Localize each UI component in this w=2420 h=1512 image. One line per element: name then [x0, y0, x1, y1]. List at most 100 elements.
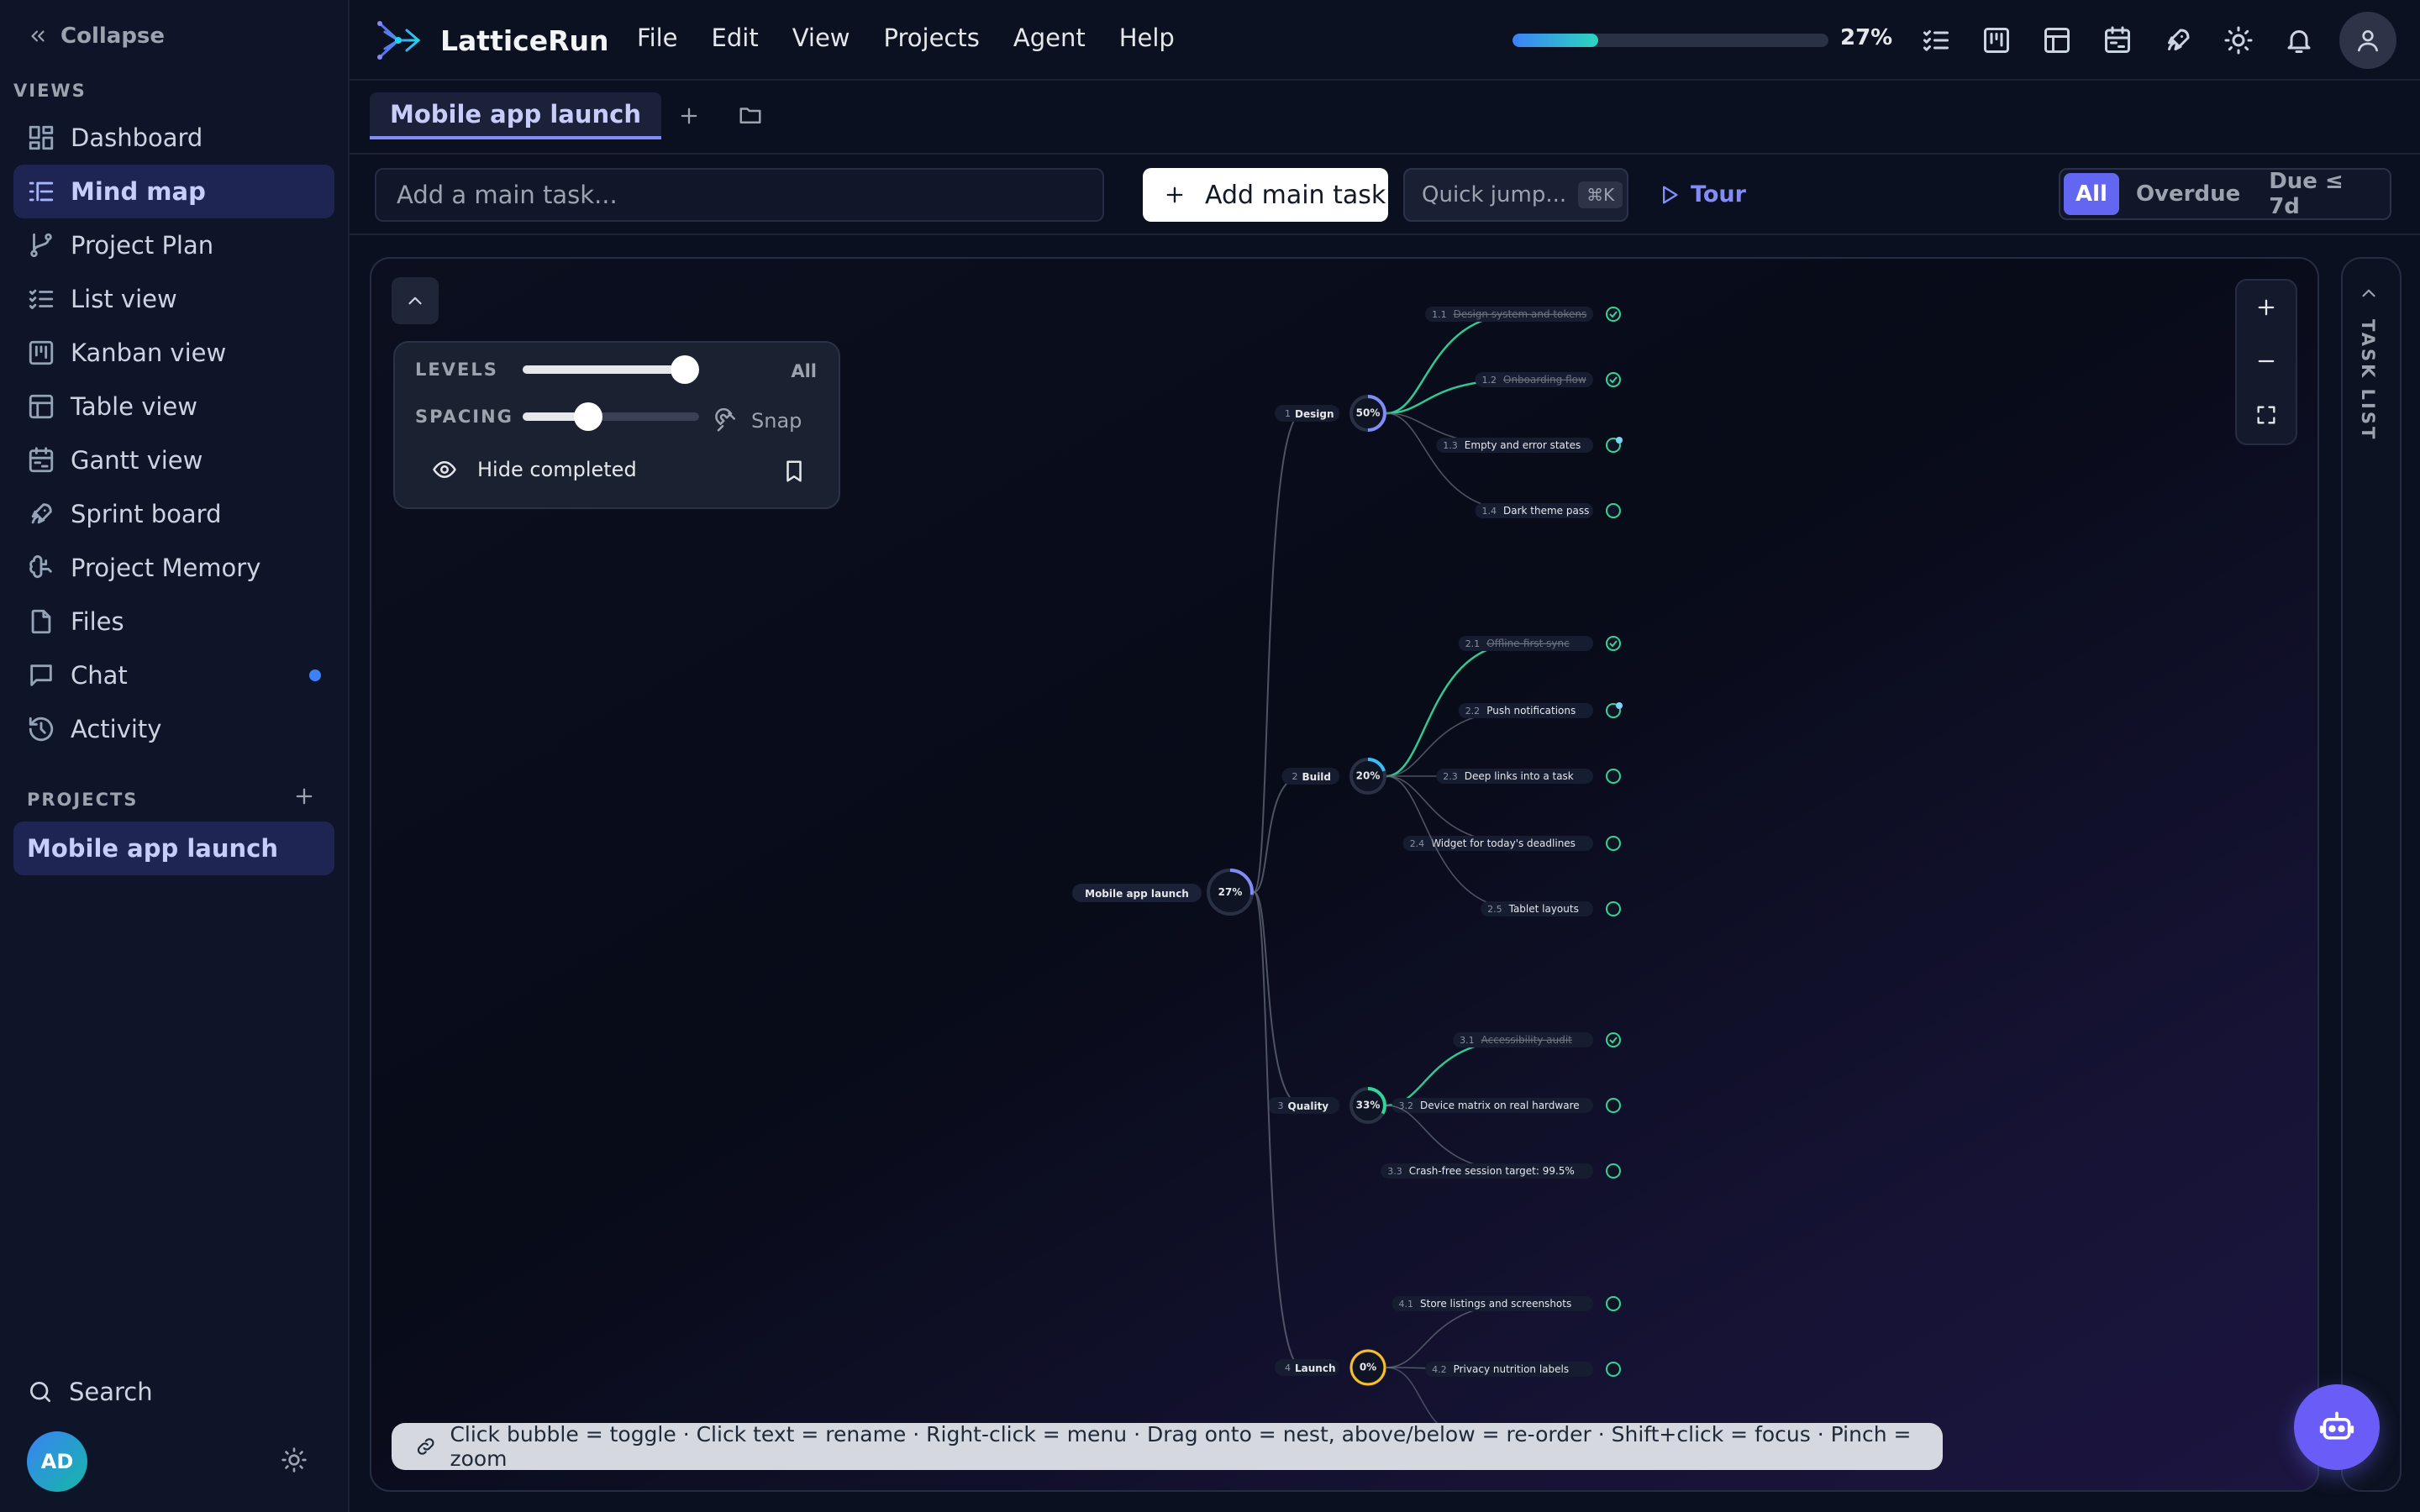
tab-mobile-app-launch[interactable]: Mobile app launch — [370, 92, 662, 139]
hide-completed-toggle[interactable]: Hide completed — [432, 457, 637, 482]
task-2.3-title[interactable]: Deep links into a task — [1465, 770, 1574, 782]
task-4.2-toggle[interactable] — [1606, 1362, 1621, 1377]
task-3.1-toggle[interactable] — [1606, 1032, 1621, 1047]
task-1.2-number[interactable]: 1.2 — [1482, 375, 1497, 386]
branch-2-number[interactable]: 2 — [1292, 771, 1298, 782]
snap-toggle[interactable]: Snap — [714, 408, 802, 433]
open-folder-button[interactable] — [738, 102, 763, 128]
task-4.1-number[interactable]: 4.1 — [1399, 1299, 1414, 1310]
fit-view-button[interactable] — [2237, 388, 2296, 442]
branch-2-title[interactable]: Build — [1302, 771, 1332, 783]
main-task-input[interactable] — [375, 168, 1104, 222]
brand[interactable]: LatticeRun — [376, 18, 609, 62]
theme-toggle[interactable] — [281, 1446, 308, 1473]
table-icon[interactable] — [2042, 25, 2072, 55]
branch-3-percent[interactable]: 33% — [1356, 1100, 1381, 1111]
task-list-panel[interactable]: TASK LIST — [2341, 257, 2402, 1492]
sidebar-item-files[interactable]: Files — [13, 595, 334, 648]
zoom-in-button[interactable] — [2237, 281, 2296, 334]
task-2.4-title[interactable]: Widget for today's deadlines — [1431, 837, 1576, 849]
task-2.5-number[interactable]: 2.5 — [1487, 904, 1502, 915]
add-project-button[interactable] — [292, 785, 316, 808]
spacing-slider[interactable] — [523, 402, 699, 431]
branch-3-title[interactable]: Quality — [1288, 1100, 1329, 1112]
filter-due-7d[interactable]: Due ≤ 7d — [2257, 160, 2386, 228]
branch-4-percent[interactable]: 0% — [1360, 1362, 1376, 1373]
task-2.4-number[interactable]: 2.4 — [1410, 838, 1425, 849]
branch-1-title[interactable]: Design — [1295, 408, 1334, 420]
new-tab-button[interactable] — [677, 99, 701, 128]
task-4.2-title[interactable]: Privacy nutrition labels — [1454, 1363, 1570, 1375]
task-4.1-toggle[interactable] — [1606, 1296, 1621, 1311]
task-2.2-number[interactable]: 2.2 — [1465, 706, 1481, 717]
save-view-button[interactable] — [781, 459, 807, 484]
task-3.2-number[interactable]: 3.2 — [1399, 1100, 1414, 1111]
rocket-icon[interactable] — [2163, 25, 2193, 55]
task-2.5-title[interactable]: Tablet layouts — [1508, 903, 1579, 915]
task-3.3-toggle[interactable] — [1606, 1163, 1621, 1179]
task-2.1-number[interactable]: 2.1 — [1465, 638, 1481, 649]
sidebar-item-sprint-board[interactable]: Sprint board — [13, 487, 334, 541]
task-1.1-number[interactable]: 1.1 — [1432, 309, 1447, 320]
task-3.3-title[interactable]: Crash-free session target: 99.5% — [1409, 1165, 1575, 1177]
root-title[interactable]: Mobile app launch — [1085, 888, 1189, 900]
task-2.1-title[interactable]: Offline-first sync — [1486, 638, 1570, 649]
levels-slider[interactable] — [523, 355, 700, 384]
branch-1-number[interactable]: 1 — [1285, 408, 1291, 419]
user-menu-button[interactable] — [2339, 12, 2396, 69]
tour-button[interactable]: Tour — [1657, 181, 1746, 207]
menu-view[interactable]: View — [792, 24, 850, 52]
project-item-mobile-app-launch[interactable]: Mobile app launch — [13, 822, 334, 875]
menu-projects[interactable]: Projects — [884, 24, 980, 52]
filter-overdue[interactable]: Overdue — [2124, 173, 2252, 215]
collapse-controls-button[interactable] — [392, 277, 439, 324]
task-2.2-indicator[interactable] — [1616, 702, 1623, 709]
sidebar-item-table-view[interactable]: Table view — [13, 380, 334, 433]
task-4.1-title[interactable]: Store listings and screenshots — [1420, 1298, 1571, 1310]
task-1.2-title[interactable]: Onboarding flow — [1503, 374, 1586, 386]
task-1.3-indicator[interactable] — [1616, 437, 1623, 444]
branch-2-percent[interactable]: 20% — [1356, 770, 1381, 782]
sidebar-item-gantt-view[interactable]: Gantt view — [13, 433, 334, 487]
sidebar-item-project-plan[interactable]: Project Plan — [13, 218, 334, 272]
task-2.1-toggle[interactable] — [1606, 636, 1621, 651]
task-2.5-toggle[interactable] — [1606, 901, 1621, 916]
menu-help[interactable]: Help — [1119, 24, 1175, 52]
task-1.4-number[interactable]: 1.4 — [1482, 506, 1497, 517]
task-2.3-number[interactable]: 2.3 — [1443, 771, 1458, 782]
sun-icon[interactable] — [2223, 25, 2254, 55]
add-main-task-button[interactable]: Add main task — [1143, 168, 1388, 222]
sidebar-item-chat[interactable]: Chat — [13, 648, 334, 702]
task-4.2-number[interactable]: 4.2 — [1432, 1364, 1447, 1375]
expand-task-list-button[interactable] — [2358, 282, 2380, 304]
branch-1-percent[interactable]: 50% — [1356, 407, 1381, 419]
sidebar-item-activity[interactable]: Activity — [13, 702, 334, 756]
task-2.4-toggle[interactable] — [1606, 836, 1621, 851]
sidebar-search-button[interactable]: Search — [27, 1378, 153, 1406]
calendar-icon[interactable] — [2102, 25, 2133, 55]
task-2.3-toggle[interactable] — [1606, 769, 1621, 784]
task-3.1-number[interactable]: 3.1 — [1460, 1035, 1475, 1046]
agent-assistant-button[interactable] — [2294, 1384, 2380, 1470]
menu-edit[interactable]: Edit — [712, 24, 759, 52]
root-percent[interactable]: 27% — [1218, 886, 1243, 898]
mind-map-canvas[interactable]: Mobile app launch 1 Design 1.1 Design system… — [370, 257, 2319, 1492]
task-3.3-number[interactable]: 3.3 — [1387, 1166, 1402, 1177]
task-3.2-title[interactable]: Device matrix on real hardware — [1420, 1100, 1580, 1111]
kanban-icon[interactable] — [1981, 25, 2012, 55]
task-1.2-toggle[interactable] — [1606, 372, 1621, 387]
task-3.1-title[interactable]: Accessibility audit — [1481, 1034, 1573, 1046]
menu-file[interactable]: File — [637, 24, 678, 52]
quick-jump-button[interactable]: Quick jump... ⌘K — [1403, 168, 1628, 222]
sidebar-item-project-memory[interactable]: Project Memory — [13, 541, 334, 595]
branch-4-number[interactable]: 4 — [1285, 1362, 1291, 1373]
sidebar-item-dashboard[interactable]: Dashboard — [13, 111, 334, 165]
levels-slider-thumb[interactable] — [671, 355, 700, 384]
task-1.1-toggle[interactable] — [1606, 307, 1621, 322]
task-1.4-title[interactable]: Dark theme pass — [1503, 505, 1589, 517]
branch-3-number[interactable]: 3 — [1278, 1100, 1284, 1111]
task-3.2-toggle[interactable] — [1606, 1098, 1621, 1113]
spacing-slider-thumb[interactable] — [573, 402, 602, 431]
task-1.3-number[interactable]: 1.3 — [1443, 440, 1458, 451]
avatar[interactable]: AD — [27, 1431, 87, 1492]
